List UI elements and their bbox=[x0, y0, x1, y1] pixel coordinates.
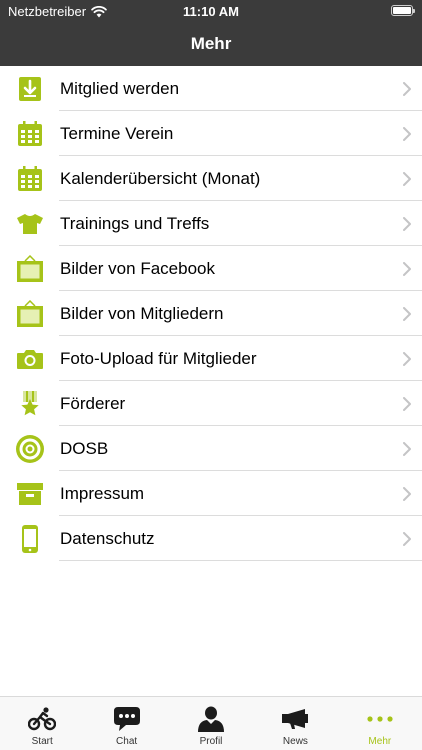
menu-item-label: Bilder von Facebook bbox=[60, 259, 215, 278]
more-dots-icon bbox=[366, 706, 394, 732]
tab-bar: Start Chat Profil News Mehr bbox=[0, 696, 422, 750]
menu-item-label: Bilder von Mitgliedern bbox=[60, 304, 224, 323]
camera-icon bbox=[0, 336, 60, 381]
calendar-icon bbox=[0, 111, 60, 156]
tab-news[interactable]: News bbox=[253, 697, 337, 750]
menu-item-kalenderuebersicht[interactable]: Kalenderübersicht (Monat) bbox=[0, 156, 422, 201]
chevron-right-icon bbox=[392, 396, 422, 411]
menu-item-label: Foto-Upload für Mitglieder bbox=[60, 349, 257, 368]
target-icon bbox=[0, 426, 60, 471]
menu-item-foerderer[interactable]: Förderer bbox=[0, 381, 422, 426]
tab-label: Profil bbox=[199, 736, 223, 747]
tab-label: Mehr bbox=[368, 736, 392, 747]
menu-item-bilder-von-facebook[interactable]: Bilder von Facebook bbox=[0, 246, 422, 291]
tab-mehr[interactable]: Mehr bbox=[338, 697, 422, 750]
menu-item-impressum[interactable]: Impressum bbox=[0, 471, 422, 516]
medal-icon bbox=[0, 381, 60, 426]
menu-item-mitglied-werden[interactable]: Mitglied werden bbox=[0, 66, 422, 111]
menu-item-label: Kalenderübersicht (Monat) bbox=[60, 169, 261, 188]
person-icon bbox=[197, 706, 225, 732]
battery-icon bbox=[391, 5, 415, 16]
menu-item-dosb[interactable]: DOSB bbox=[0, 426, 422, 471]
menu-list: Mitglied werden Termine Verein Kalenderü… bbox=[0, 66, 422, 561]
menu-item-label: Termine Verein bbox=[60, 124, 174, 143]
chevron-right-icon bbox=[392, 126, 422, 141]
menu-item-label: DOSB bbox=[60, 439, 109, 458]
tab-profil[interactable]: Profil bbox=[169, 697, 253, 750]
tab-start[interactable]: Start bbox=[0, 697, 84, 750]
chevron-right-icon bbox=[392, 531, 422, 546]
menu-item-label: Mitglied werden bbox=[60, 79, 180, 98]
download-icon bbox=[0, 66, 60, 111]
menu-item-label: Impressum bbox=[60, 484, 145, 503]
menu-item-label: Trainings und Treffs bbox=[60, 214, 210, 233]
picture-frame-icon bbox=[0, 246, 60, 291]
calendar-icon bbox=[0, 156, 60, 201]
chevron-right-icon bbox=[392, 81, 422, 96]
smartphone-icon bbox=[0, 516, 60, 561]
navigation-bar: Mehr bbox=[0, 22, 422, 66]
tab-label: Start bbox=[31, 736, 53, 747]
tshirt-icon bbox=[0, 201, 60, 246]
menu-item-foto-upload[interactable]: Foto-Upload für Mitglieder bbox=[0, 336, 422, 381]
megaphone-icon bbox=[281, 706, 309, 732]
chevron-right-icon bbox=[392, 171, 422, 186]
menu-item-label: Datenschutz bbox=[60, 529, 155, 548]
chevron-right-icon bbox=[392, 351, 422, 366]
chevron-right-icon bbox=[392, 216, 422, 231]
tab-label: News bbox=[282, 736, 308, 747]
cyclist-icon bbox=[28, 706, 57, 732]
menu-item-bilder-von-mitgliedern[interactable]: Bilder von Mitgliedern bbox=[0, 291, 422, 336]
picture-frame-icon bbox=[0, 291, 60, 336]
menu-item-trainings-und-treffs[interactable]: Trainings und Treffs bbox=[0, 201, 422, 246]
menu-item-termine-verein[interactable]: Termine Verein bbox=[0, 111, 422, 156]
chevron-right-icon bbox=[392, 306, 422, 321]
status-bar: Netzbetreiber 11:10 AM bbox=[0, 0, 422, 22]
chevron-right-icon bbox=[392, 441, 422, 456]
page-title: Mehr bbox=[190, 34, 232, 53]
tab-chat[interactable]: Chat bbox=[84, 697, 168, 750]
chevron-right-icon bbox=[392, 261, 422, 276]
row-divider bbox=[59, 560, 422, 561]
menu-item-label: Förderer bbox=[60, 394, 126, 413]
clock: 11:10 AM bbox=[183, 4, 239, 19]
chat-bubble-icon bbox=[113, 706, 141, 732]
chevron-right-icon bbox=[392, 486, 422, 501]
tab-label: Chat bbox=[116, 736, 138, 747]
archive-box-icon bbox=[0, 471, 60, 516]
menu-item-datenschutz[interactable]: Datenschutz bbox=[0, 516, 422, 561]
